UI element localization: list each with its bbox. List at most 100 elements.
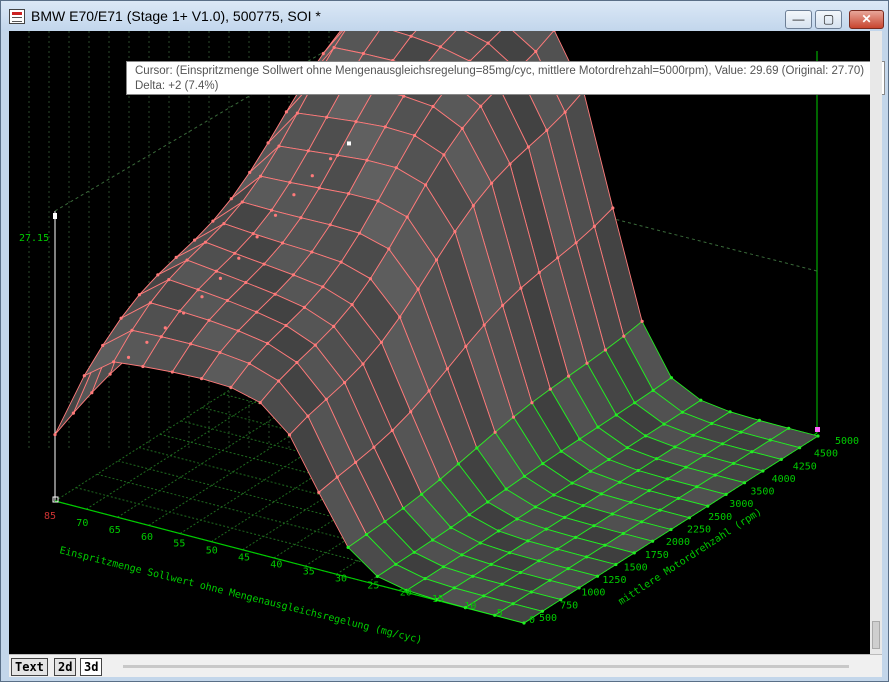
surface-node [387, 247, 391, 251]
surface-node [706, 504, 710, 508]
surface-node [441, 565, 446, 569]
surface-node [295, 111, 299, 115]
surface-node [211, 219, 215, 223]
surface-node [383, 125, 387, 129]
surface-node [816, 434, 820, 438]
surface-node [629, 500, 633, 504]
surface-node [552, 493, 556, 497]
surface-node [292, 193, 296, 197]
surface-node [112, 360, 116, 364]
surface-node [266, 141, 270, 145]
surface-node [508, 162, 512, 166]
surface-node [259, 174, 263, 178]
y-tick-label: 500 [539, 613, 557, 624]
y-tick-label: 1000 [581, 588, 605, 599]
surface-node [306, 414, 310, 418]
surface-node [266, 341, 270, 345]
surface-node [350, 303, 354, 307]
surface-node [449, 526, 453, 530]
surface-node [721, 442, 725, 446]
surface-node [361, 51, 365, 56]
surface-node [699, 398, 703, 402]
surface-node [255, 235, 259, 239]
surface-node [236, 329, 240, 333]
x-tick-label: 10 [464, 601, 476, 612]
surface-node [310, 174, 314, 178]
surface-node [277, 379, 281, 383]
surface-node [229, 385, 233, 389]
surface-node [655, 457, 659, 461]
surface-node [556, 256, 560, 260]
surface-node [453, 230, 457, 234]
surface-node [401, 506, 405, 510]
surface-node [423, 577, 427, 581]
surface-node [141, 364, 145, 369]
y-tick-label: 1750 [645, 550, 669, 561]
surface-node [739, 430, 743, 434]
surface-node [603, 543, 607, 547]
surface-node [504, 487, 508, 491]
surface-plot-3d[interactable]: 27.15 85 70 65 60 55 50 45 40 35 30 25 20 15 10 5 0 500 75… [9, 0, 885, 654]
surface-node [262, 262, 266, 266]
tab-text[interactable]: Text [11, 658, 48, 676]
vertical-scrollbar-thumb[interactable] [872, 621, 880, 649]
surface-node [673, 445, 677, 449]
y-tick-label: 1500 [624, 562, 648, 573]
vertical-scrollbar[interactable] [870, 31, 882, 654]
horizontal-scrollbar[interactable] [123, 665, 849, 668]
surface-node [178, 309, 182, 313]
surface-node [522, 621, 526, 625]
surface-node [563, 110, 567, 114]
maximize-button[interactable]: ▢ [815, 10, 842, 29]
y-tick-label: 750 [560, 600, 578, 611]
surface-node [214, 269, 218, 273]
tab-3d[interactable]: 3d [80, 658, 103, 676]
surface-node [567, 374, 571, 378]
x-tick-label: 5 [497, 608, 503, 619]
surface-node [332, 324, 336, 328]
surface-node [665, 477, 670, 481]
surface-node [347, 192, 351, 196]
surface-node [284, 110, 288, 114]
surface-node [588, 469, 593, 473]
surface-node [273, 213, 278, 217]
surface-node [364, 532, 369, 537]
surface-node [482, 594, 486, 598]
surface-node [365, 158, 369, 162]
title-bar[interactable]: BMW E70/E71 (Stage 1+ V1.0), 500775, SOI… [1, 1, 888, 31]
surface-node [464, 344, 468, 348]
surface-node [526, 539, 530, 543]
close-button[interactable]: ✕ [849, 10, 884, 29]
surface-node [644, 434, 648, 438]
surface-node [651, 539, 655, 543]
surface-node [237, 256, 241, 260]
surface-node [368, 277, 372, 281]
surface-node [603, 348, 608, 352]
surface-node [383, 520, 387, 524]
surface-node [534, 49, 538, 54]
surface-node [196, 288, 200, 292]
surface-node [346, 545, 350, 550]
surface-node [218, 350, 222, 355]
surface-node [515, 517, 519, 521]
surface-node [372, 445, 376, 449]
surface-node [119, 316, 123, 320]
x-tick-label: 40 [270, 560, 282, 571]
y-tick-label: 1250 [602, 575, 626, 586]
surface-node [409, 410, 413, 414]
surface-plot-svg[interactable]: 27.15857065605550454035302520151050 50075… [9, 0, 870, 654]
surface-node [486, 41, 490, 45]
y-tick-label: 4250 [793, 461, 817, 472]
tab-2d[interactable]: 2d [54, 658, 77, 676]
x-tick-label: 55 [173, 539, 185, 550]
surface-node [511, 602, 515, 606]
surface-node [585, 555, 589, 559]
x-tick-label: 25 [367, 580, 379, 591]
surface-node [787, 426, 791, 430]
x-tick-label: 30 [335, 573, 347, 584]
minimize-button[interactable]: — [785, 10, 812, 29]
window-title: BMW E70/E71 (Stage 1+ V1.0), 500775, SOI… [31, 8, 321, 24]
surface-node [357, 231, 362, 235]
surface-node [490, 181, 494, 185]
surface-node [486, 500, 490, 504]
